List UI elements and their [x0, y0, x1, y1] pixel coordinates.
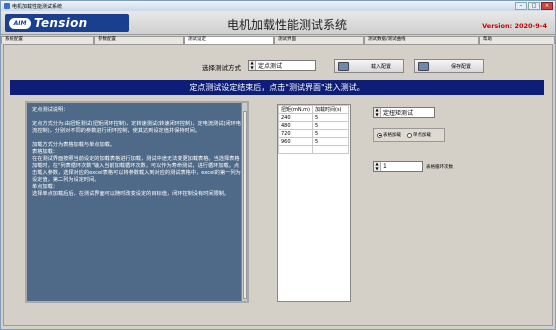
tab-test-data[interactable]: 测试数据/测试曲线 — [364, 36, 479, 44]
scroll-thumb[interactable] — [243, 111, 247, 299]
app-title: 电机加载性能测试系统 — [227, 18, 348, 32]
app-header: AIM Tension 电机加载性能测试系统 Version: 2020-9-4 — [1, 11, 555, 35]
load-config-label: 载入配置 — [371, 63, 392, 70]
radio-table-load[interactable]: 表格加载 — [377, 132, 401, 138]
load-mode-group: 表格加载 单点加载 — [373, 128, 445, 142]
test-mode-label: 选择测试方式 — [202, 64, 241, 72]
table-cell[interactable] — [312, 145, 349, 154]
tab-help[interactable]: 帮助 — [479, 36, 555, 44]
table-cell[interactable]: 960 — [278, 137, 313, 146]
table-cell[interactable]: 5 — [312, 137, 349, 146]
table-cell[interactable]: 5 — [312, 129, 349, 138]
radio-label: 表格加载 — [383, 133, 401, 138]
save-config-label: 保存配置 — [451, 63, 472, 70]
test-mode-value: 定点测试 — [258, 63, 283, 70]
instruction-banner: 定点测试设定结束后，点击"测试界面"进入测试。 — [10, 80, 544, 95]
table-cell[interactable]: 480 — [278, 121, 313, 130]
logo-text: Tension — [34, 16, 88, 30]
close-button[interactable]: × — [541, 2, 553, 10]
column-header-time: 加载时间(s) — [312, 105, 349, 114]
table-cell[interactable] — [278, 145, 313, 154]
app-icon — [4, 3, 10, 9]
tab-system-config[interactable]: 系统配置 — [1, 36, 94, 44]
radio-label: 单点加载 — [413, 133, 431, 138]
spin-arrows-icon[interactable]: ▲ ▼ — [374, 107, 381, 117]
table-cell[interactable]: 240 — [278, 113, 313, 122]
loop-count-label: 表格循环次数 — [426, 165, 453, 170]
control-mode-value: 定扭矩测试 — [383, 110, 414, 117]
description-text: 定点测试说明： 定点方式分为:由扭矩测试(扭矩闭环控制)，定转速测试(转速闭环控… — [32, 107, 241, 197]
save-config-button[interactable]: 保存配置 — [414, 59, 484, 73]
logo: AIM Tension — [5, 14, 129, 32]
table-cell[interactable]: 720 — [278, 129, 313, 138]
control-mode-select[interactable]: ▲ ▼ 定扭矩测试 — [373, 107, 435, 118]
logo-mark: AIM — [9, 17, 31, 29]
test-mode-select[interactable]: ▲ ▼ 定点测试 — [248, 60, 316, 71]
loop-count-value: 1 — [383, 163, 387, 170]
table-header-row: 扭矩(mN.m) 加载时间(s) — [278, 105, 349, 114]
tab-test-setup[interactable]: 测试设定 — [184, 36, 274, 44]
description-scrollbar[interactable] — [241, 103, 247, 301]
table-cell[interactable]: 5 — [312, 121, 349, 130]
app-window: 电机加载性能测试系统 – □ × AIM Tension 电机加载性能测试系统 … — [0, 0, 556, 330]
load-table[interactable]: 扭矩(mN.m) 加载时间(s) 240 5 480 5 720 5 960 5 — [277, 104, 351, 302]
spin-arrows-icon[interactable]: ▲ ▼ — [249, 60, 256, 70]
save-config-icon — [418, 61, 429, 71]
load-config-icon — [338, 61, 349, 71]
table-row[interactable] — [278, 145, 349, 154]
window-title: 电机加载性能测试系统 — [12, 3, 63, 10]
radio-dot-icon[interactable] — [377, 132, 382, 138]
table-row[interactable]: 720 5 — [278, 129, 349, 138]
column-header-torque: 扭矩(mN.m) — [278, 105, 313, 114]
spin-arrows-icon[interactable]: ▲ ▼ — [374, 161, 381, 171]
tab-test-interface[interactable]: 测试界面 — [274, 36, 364, 44]
load-config-button[interactable]: 载入配置 — [334, 59, 404, 73]
minimize-button[interactable]: – — [515, 2, 527, 10]
loop-count-input[interactable]: ▲ ▼ 1 — [373, 161, 423, 172]
tab-parameter-config[interactable]: 参数配置 — [94, 36, 184, 44]
description-panel: 定点测试说明： 定点方式分为:由扭矩测试(扭矩闭环控制)，定转速测试(转速闭环控… — [25, 101, 249, 303]
radio-dot-icon[interactable] — [407, 132, 412, 138]
maximize-button[interactable]: □ — [528, 2, 540, 10]
radio-single-load[interactable]: 单点加载 — [407, 132, 431, 138]
table-cell[interactable]: 5 — [312, 113, 349, 122]
version-label: Version: 2020-9-4 — [482, 22, 547, 30]
table-row[interactable]: 240 5 — [278, 113, 349, 122]
title-bar: 电机加载性能测试系统 – □ × — [1, 1, 555, 11]
tab-bar: 系统配置 参数配置 测试设定 测试界面 测试数据/测试曲线 帮助 — [1, 36, 555, 44]
table-row[interactable]: 960 5 — [278, 137, 349, 146]
table-row[interactable]: 480 5 — [278, 121, 349, 130]
